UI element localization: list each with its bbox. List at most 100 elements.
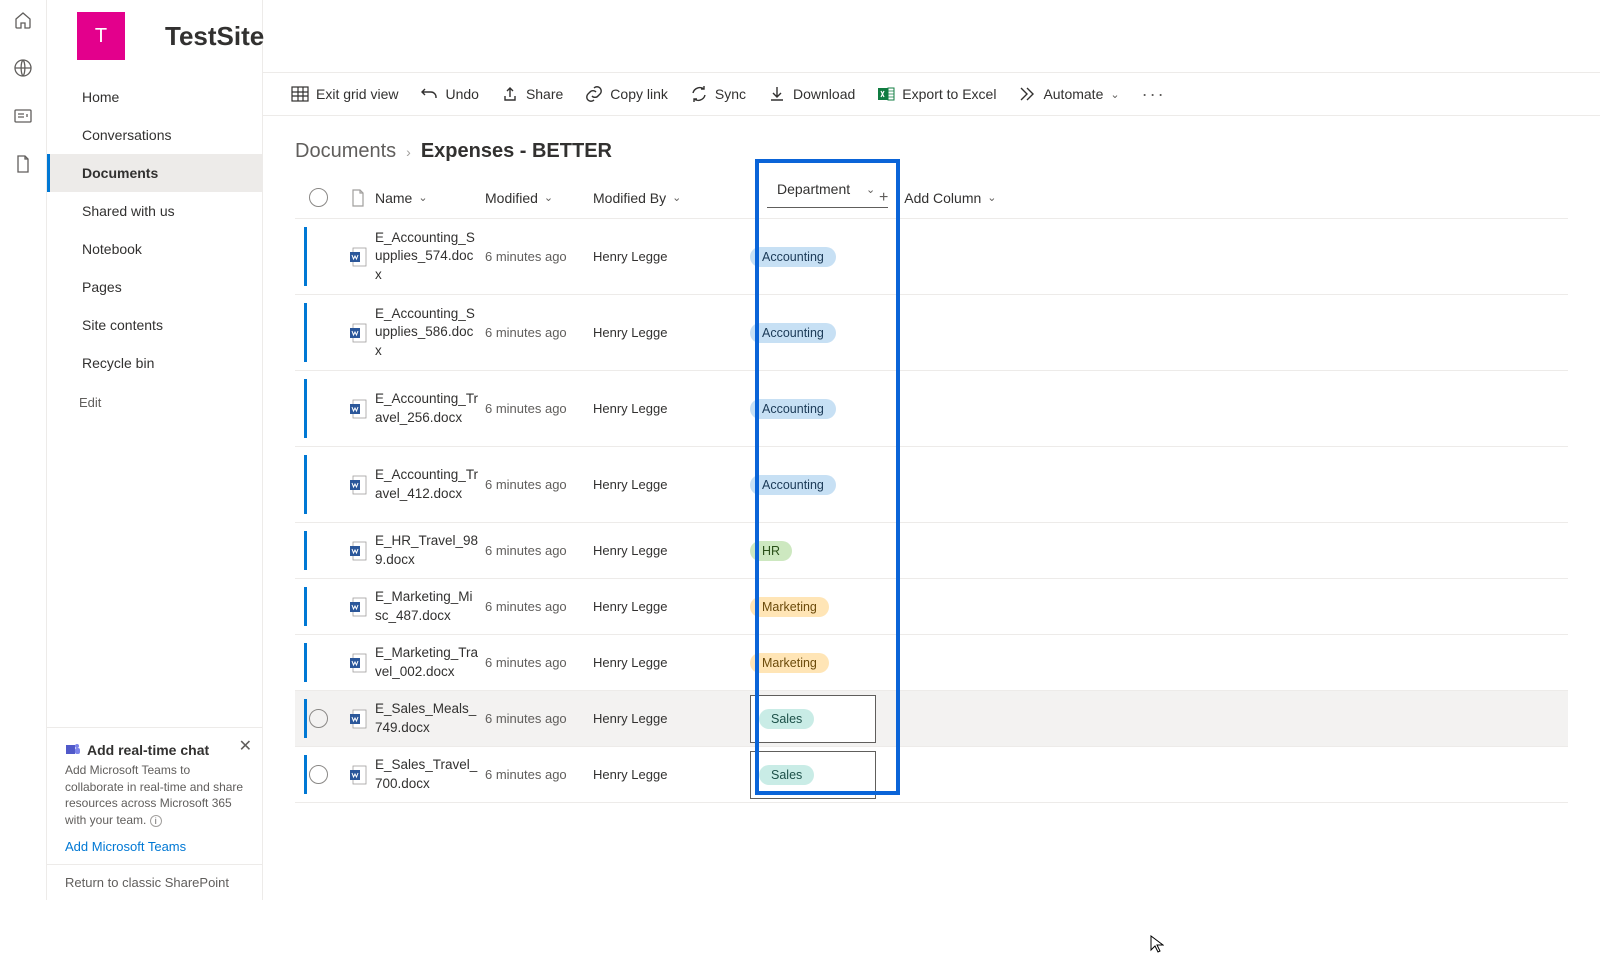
more-button[interactable]: ··· [1142,84,1166,105]
chat-panel-title: Add real-time chat [65,742,244,758]
sidebar-item-notebook[interactable]: Notebook [47,230,262,268]
download-button[interactable]: Download [768,85,855,103]
department-pill: Accounting [750,399,836,419]
cell-department[interactable]: HR [738,541,879,561]
row-accent [304,303,307,362]
select-all-checkbox[interactable] [309,188,328,207]
cell-department[interactable]: Accounting [738,475,879,495]
copy-link-button[interactable]: Copy link [585,85,668,103]
grid-header: Name⌄ Modified⌄ Modified By⌄ + Add Colum… [295,177,1568,219]
cell-name[interactable]: E_Accounting_Travel_412.docx [375,466,485,502]
sidebar-item-site-contents[interactable]: Site contents [47,306,262,344]
link-icon [585,85,603,103]
sidebar-item-shared-with-us[interactable]: Shared with us [47,192,262,230]
cell-name[interactable]: E_Accounting_Supplies_574.docx [375,229,485,284]
table-row[interactable]: E_Accounting_Supplies_574.docx6 minutes … [295,219,1568,295]
cell-modified-by: Henry Legge [593,401,738,416]
column-header-name[interactable]: Name⌄ [375,190,485,206]
sync-button[interactable]: Sync [690,85,746,103]
cell-modified-by: Henry Legge [593,249,738,264]
cell-modified: 6 minutes ago [485,655,593,670]
site-logo[interactable]: T [77,12,125,60]
export-excel-button[interactable]: Export to Excel [877,85,996,103]
breadcrumb-root[interactable]: Documents [295,140,396,163]
grid-body: E_Accounting_Supplies_574.docx6 minutes … [295,219,1568,803]
sidebar: T HomeConversationsDocumentsShared with … [47,0,263,900]
cell-modified-by: Henry Legge [593,599,738,614]
cell-department[interactable]: Sales [738,751,879,799]
department-cell-editing[interactable]: Sales [750,695,876,743]
file-type-header-icon[interactable] [350,189,366,207]
cell-department[interactable]: Marketing [738,653,879,673]
column-header-department[interactable]: Department ⌄ [777,181,875,197]
cell-department[interactable]: Accounting [738,247,879,267]
cell-modified-by: Henry Legge [593,767,738,782]
download-icon [768,85,786,103]
cell-department[interactable]: Marketing [738,597,879,617]
grid: Name⌄ Modified⌄ Modified By⌄ + Add Colum… [263,177,1600,803]
sidebar-item-home[interactable]: Home [47,78,262,116]
cell-name[interactable]: E_Marketing_Misc_487.docx [375,588,485,624]
department-pill: Sales [759,709,814,729]
cell-name[interactable]: E_Accounting_Travel_256.docx [375,390,485,426]
department-pill: Marketing [750,653,829,673]
word-doc-icon [349,765,367,785]
sidebar-item-pages[interactable]: Pages [47,268,262,306]
add-column-button[interactable]: + Add Column⌄ [879,189,1019,207]
cell-modified: 6 minutes ago [485,249,593,264]
classic-link[interactable]: Return to classic SharePoint [47,864,262,900]
table-row[interactable]: E_Marketing_Misc_487.docx6 minutes agoHe… [295,579,1568,635]
row-accent [304,455,307,514]
sidebar-item-recycle-bin[interactable]: Recycle bin [47,344,262,382]
table-row[interactable]: E_Accounting_Travel_412.docx6 minutes ag… [295,447,1568,523]
sidebar-item-conversations[interactable]: Conversations [47,116,262,154]
document-icon[interactable] [13,154,33,174]
close-icon[interactable]: ✕ [239,736,252,756]
cell-modified-by: Henry Legge [593,711,738,726]
table-row[interactable]: E_Sales_Meals_749.docx6 minutes agoHenry… [295,691,1568,747]
table-row[interactable]: E_Sales_Travel_700.docx6 minutes agoHenr… [295,747,1568,803]
cell-department[interactable]: Accounting [738,323,879,343]
table-row[interactable]: E_Accounting_Travel_256.docx6 minutes ag… [295,371,1568,447]
home-icon[interactable] [13,10,33,30]
cell-name[interactable]: E_HR_Travel_989.docx [375,532,485,568]
word-doc-icon [349,709,367,729]
cell-modified: 6 minutes ago [485,543,593,558]
share-button[interactable]: Share [501,85,563,103]
excel-icon [877,85,895,103]
globe-icon[interactable] [13,58,33,78]
row-select-checkbox[interactable] [309,765,328,784]
site-title: TestSite [165,21,264,52]
table-row[interactable]: E_HR_Travel_989.docx6 minutes agoHenry L… [295,523,1568,579]
exit-grid-button[interactable]: Exit grid view [291,85,398,103]
department-pill: Accounting [750,323,836,343]
cell-name[interactable]: E_Accounting_Supplies_586.docx [375,305,485,360]
department-cell-editing[interactable]: Sales [750,751,876,799]
undo-button[interactable]: Undo [420,85,478,103]
row-accent [304,643,307,682]
app-rail [0,0,47,900]
mouse-cursor [1150,935,1164,953]
grid-icon [291,85,309,103]
sidebar-item-documents[interactable]: Documents [47,154,262,192]
automate-button[interactable]: Automate ⌄ [1018,85,1119,103]
add-teams-link[interactable]: Add Microsoft Teams [65,839,244,854]
row-select-checkbox[interactable] [309,709,328,728]
cell-name[interactable]: E_Sales_Travel_700.docx [375,756,485,792]
cell-department[interactable]: Accounting [738,399,879,419]
word-doc-icon [349,541,367,561]
row-accent [304,531,307,570]
word-doc-icon [349,323,367,343]
column-header-modified-by[interactable]: Modified By⌄ [593,190,738,206]
news-icon[interactable] [13,106,33,126]
table-row[interactable]: E_Accounting_Supplies_586.docx6 minutes … [295,295,1568,371]
cell-department[interactable]: Sales [738,695,879,743]
table-row[interactable]: E_Marketing_Travel_002.docx6 minutes ago… [295,635,1568,691]
row-accent [304,755,307,794]
word-doc-icon [349,399,367,419]
cell-name[interactable]: E_Sales_Meals_749.docx [375,700,485,736]
department-pill: HR [750,541,792,561]
cell-name[interactable]: E_Marketing_Travel_002.docx [375,644,485,680]
column-header-modified[interactable]: Modified⌄ [485,190,593,206]
nav-edit-link[interactable]: Edit [47,384,262,421]
